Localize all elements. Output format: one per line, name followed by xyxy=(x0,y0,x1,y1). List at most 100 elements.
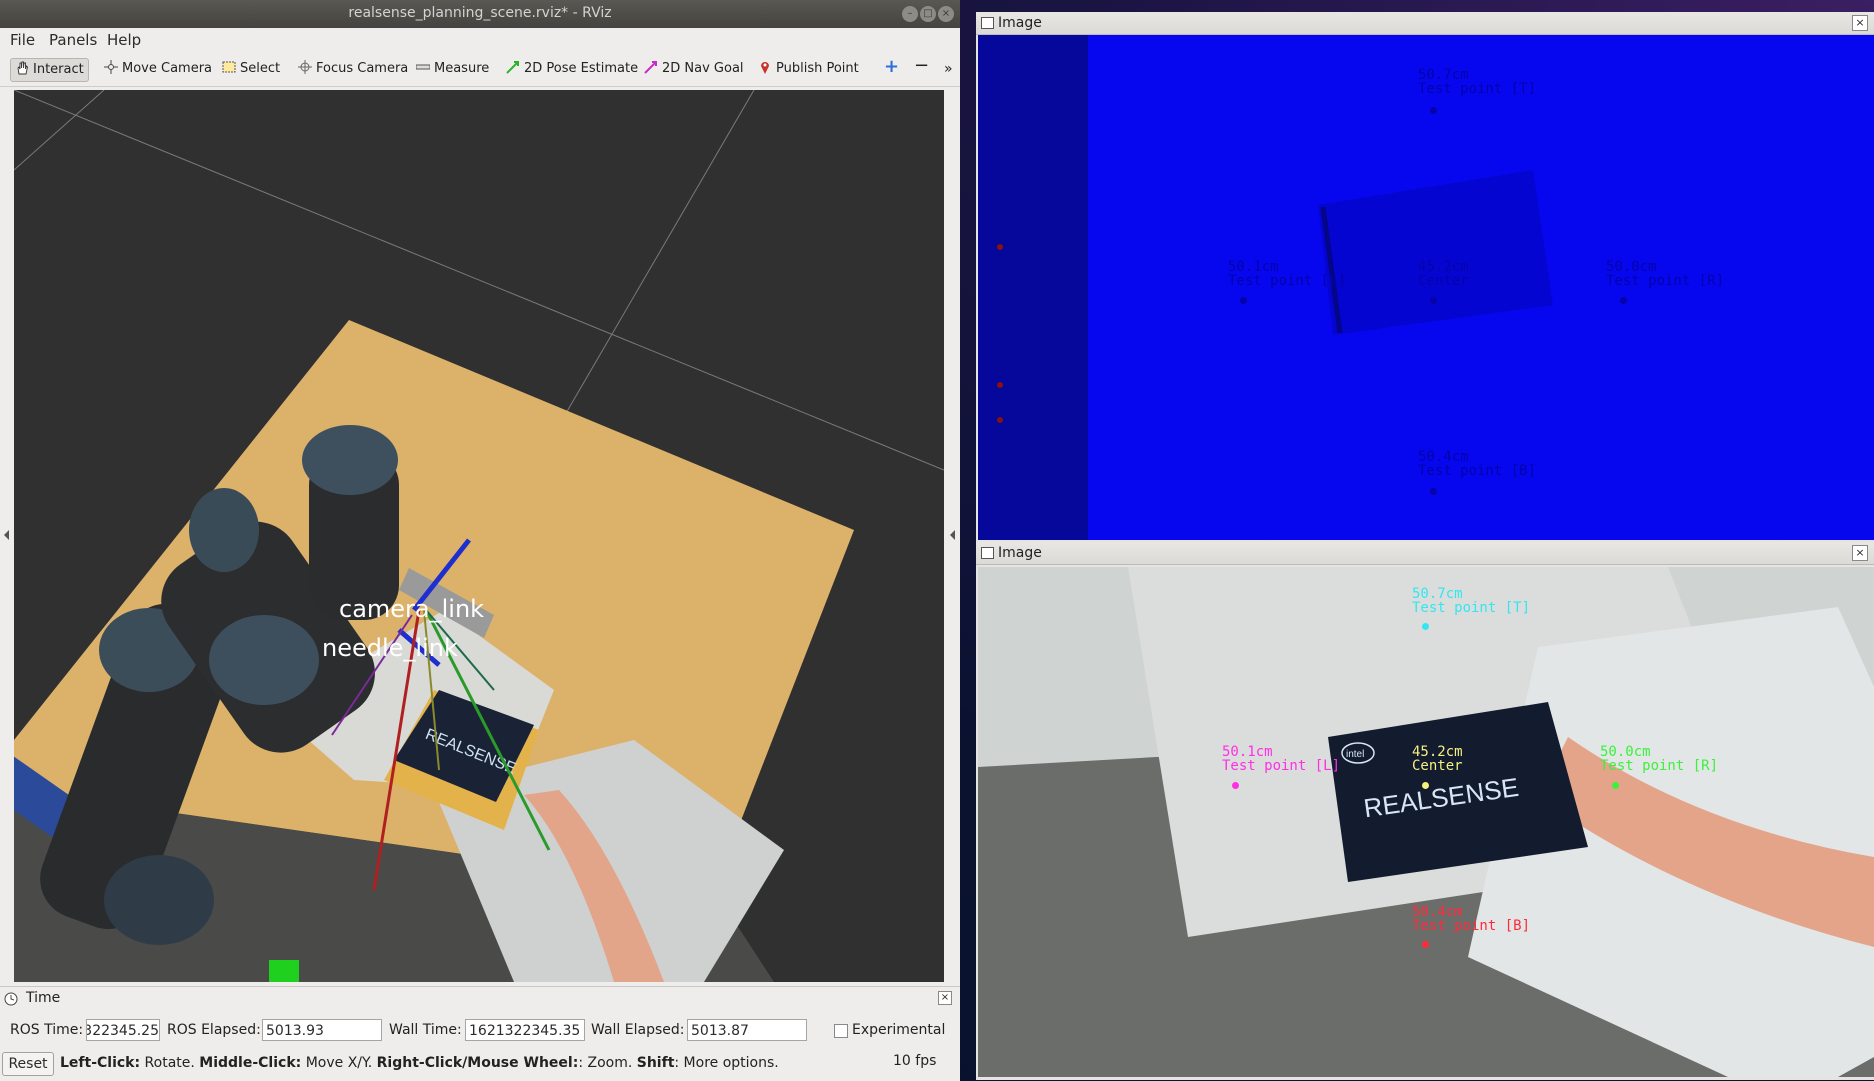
robot-wrist-joint xyxy=(302,425,398,495)
point-distance: 50.7cm xyxy=(1412,586,1463,602)
magenta-arrow-icon xyxy=(644,61,657,74)
close-color-image-button[interactable]: × xyxy=(1852,545,1868,561)
depth-noise xyxy=(997,382,1003,388)
depth-point-b-marker xyxy=(1430,488,1437,495)
window-title: realsense_planning_scene.rviz* - RViz xyxy=(348,5,612,21)
image-icon xyxy=(981,17,994,29)
point-name: Test point [B] xyxy=(1412,918,1531,934)
wall-time-label: Wall Time: xyxy=(389,1022,462,1038)
tool-focus-camera[interactable]: Focus Camera xyxy=(294,58,412,80)
more-tools-button[interactable]: » xyxy=(940,58,957,80)
add-tool-button[interactable]: + xyxy=(880,56,903,78)
point-name: Center xyxy=(1412,758,1463,774)
focus-camera-icon xyxy=(298,60,312,74)
map-pin-icon xyxy=(761,62,769,74)
point-name: Test point [T] xyxy=(1418,81,1537,97)
close-time-panel-button[interactable]: × xyxy=(938,991,952,1005)
frame-label-needle-link: needle_link xyxy=(322,634,458,662)
depth-point-center-marker xyxy=(1430,297,1437,304)
tool-select[interactable]: Select xyxy=(218,58,284,80)
hint-text: Rotate. xyxy=(140,1055,200,1071)
clock-icon xyxy=(4,992,18,1006)
frame-label-camera-link: camera_link xyxy=(339,595,484,623)
point-distance: 50.4cm xyxy=(1412,904,1463,920)
wall-time-field[interactable]: 1621322345.35 xyxy=(465,1019,585,1041)
tool-move-camera[interactable]: Move Camera xyxy=(100,58,216,80)
tool-2d-nav-goal[interactable]: 2D Nav Goal xyxy=(640,58,748,80)
image-icon xyxy=(981,547,994,559)
tool-select-label: Select xyxy=(240,61,281,76)
depth-point-t-marker xyxy=(1430,107,1437,114)
color-image-window: Image × REALSENSE intel 50.7cm Test point… xyxy=(976,542,1874,1080)
point-name: Test point [T] xyxy=(1412,600,1531,616)
robot-joint xyxy=(104,855,214,945)
wall-elapsed-field[interactable]: 5013.87 xyxy=(687,1019,807,1041)
tool-interact[interactable]: Interact xyxy=(10,58,89,82)
tool-publish-point[interactable]: Publish Point xyxy=(754,58,863,80)
point-name: Test point [R] xyxy=(1600,758,1719,774)
robot-joint xyxy=(209,615,319,705)
point-name: Test point [B] xyxy=(1418,463,1537,479)
hint-key: Middle-Click: xyxy=(199,1055,302,1071)
hint-text: : Zoom. xyxy=(578,1055,637,1071)
hint-key: Right-Click/Mouse Wheel: xyxy=(376,1055,579,1071)
point-name: Center xyxy=(1418,273,1469,289)
point-distance: 50.0cm xyxy=(1600,744,1651,760)
experimental-checkbox[interactable] xyxy=(834,1024,848,1038)
point-distance: 50.1cm xyxy=(1222,744,1273,760)
depth-point-r-marker xyxy=(1620,297,1627,304)
tool-2d-nav-goal-label: 2D Nav Goal xyxy=(662,61,744,76)
experimental-label: Experimental xyxy=(852,1022,946,1038)
tool-measure[interactable]: Measure xyxy=(412,58,493,80)
color-point-r-label: 50.0cm Test point [R] xyxy=(1600,745,1718,773)
3d-viewport[interactable]: REALSENSE camera_link needle_link xyxy=(14,90,944,982)
depth-box xyxy=(1318,170,1553,335)
tool-interact-label: Interact xyxy=(33,62,84,77)
maximize-button[interactable]: □ xyxy=(920,6,936,22)
close-depth-image-button[interactable]: × xyxy=(1852,15,1868,31)
remove-tool-button[interactable]: − xyxy=(910,55,933,77)
point-name: Test point [L] xyxy=(1228,273,1347,289)
ruler-icon xyxy=(416,64,430,70)
menu-file[interactable]: File xyxy=(10,31,35,49)
green-arrow-icon xyxy=(506,61,519,74)
hint-key: Shift xyxy=(636,1055,675,1071)
color-image-title: Image xyxy=(998,545,1042,561)
ros-time-field[interactable]: 1621322345.25 xyxy=(86,1019,160,1041)
color-image-title-bar: Image × xyxy=(976,542,1874,565)
tool-2d-pose-estimate-label: 2D Pose Estimate xyxy=(524,61,639,76)
box-logo-text: intel xyxy=(1346,749,1364,760)
color-point-b-marker xyxy=(1422,941,1429,948)
tool-focus-camera-label: Focus Camera xyxy=(316,61,409,76)
wall-elapsed-label: Wall Elapsed: xyxy=(591,1022,685,1038)
hint-key: Left-Click: xyxy=(60,1055,141,1071)
hint-text: Move X/Y. xyxy=(301,1055,377,1071)
point-distance: 50.0cm xyxy=(1606,259,1657,275)
point-distance: 50.7cm xyxy=(1418,67,1469,83)
move-camera-icon xyxy=(104,60,118,74)
color-point-center-marker xyxy=(1422,782,1429,789)
color-point-center-label: 45.2cm Center xyxy=(1412,745,1463,773)
menu-help[interactable]: Help xyxy=(107,31,141,49)
right-dock-collapse-handle[interactable] xyxy=(946,90,958,982)
depth-image-title-bar: Image × xyxy=(976,12,1874,35)
menu-bar: File Panels Help xyxy=(0,28,960,52)
rviz-window: realsense_planning_scene.rviz* - RViz – … xyxy=(0,0,960,1081)
ros-elapsed-field[interactable]: 5013.93 xyxy=(262,1019,382,1041)
depth-point-b-label: 50.4cm Test point [B] xyxy=(1418,450,1536,478)
hand-icon xyxy=(17,61,28,75)
point-distance: 45.2cm xyxy=(1412,744,1463,760)
left-dock-collapse-handle[interactable] xyxy=(0,90,12,982)
select-icon xyxy=(222,61,236,73)
close-button[interactable]: × xyxy=(938,6,954,22)
ros-time-label: ROS Time: xyxy=(10,1022,84,1038)
ros-elapsed-label: ROS Elapsed: xyxy=(167,1022,261,1038)
minimize-button[interactable]: – xyxy=(902,6,918,22)
tool-publish-point-label: Publish Point xyxy=(776,61,859,76)
depth-point-t-label: 50.7cm Test point [T] xyxy=(1418,68,1536,96)
menu-panels[interactable]: Panels xyxy=(49,31,97,49)
fps-readout: 10 fps xyxy=(893,1053,937,1069)
depth-noise xyxy=(997,244,1003,250)
tool-2d-pose-estimate[interactable]: 2D Pose Estimate xyxy=(502,58,642,80)
reset-button[interactable]: Reset xyxy=(2,1052,54,1076)
